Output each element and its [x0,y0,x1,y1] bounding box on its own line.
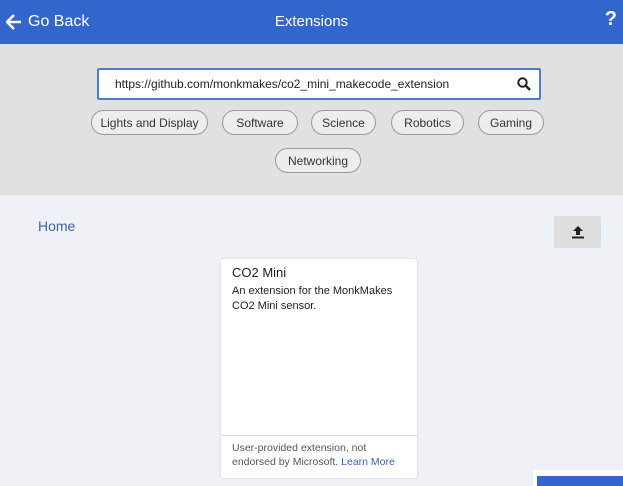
category-chip-robotics[interactable]: Robotics [391,110,464,135]
extension-card[interactable]: CO2 Mini An extension for the MonkMakes … [221,259,417,478]
category-chip-networking[interactable]: Networking [275,148,361,173]
extension-name: CO2 Mini [232,265,287,280]
header-bar: Go Back Extensions ? [0,0,623,44]
learn-more-link[interactable]: Learn More [341,456,395,468]
category-chip-gaming[interactable]: Gaming [478,110,544,135]
page-title: Extensions [274,13,349,30]
category-chip-science[interactable]: Science [311,110,376,135]
card-divider [221,435,417,436]
category-chip-lights-and-display[interactable]: Lights and Display [91,110,208,135]
breadcrumb-home[interactable]: Home [38,218,75,234]
search-box [97,68,541,100]
help-button[interactable]: ? [605,8,617,31]
card-footer: User-provided extension, not endorsed by… [232,441,412,469]
search-input[interactable] [99,77,509,91]
category-chip-software[interactable]: Software [222,110,298,135]
search-icon[interactable] [509,77,539,91]
upload-icon [571,226,584,239]
extension-description: An extension for the MonkMakes CO2 Mini … [232,285,393,312]
upload-button[interactable] [554,216,601,248]
search-panel: Lights and Display Software Science Robo… [0,44,623,195]
bottom-right-button[interactable] [537,476,623,486]
